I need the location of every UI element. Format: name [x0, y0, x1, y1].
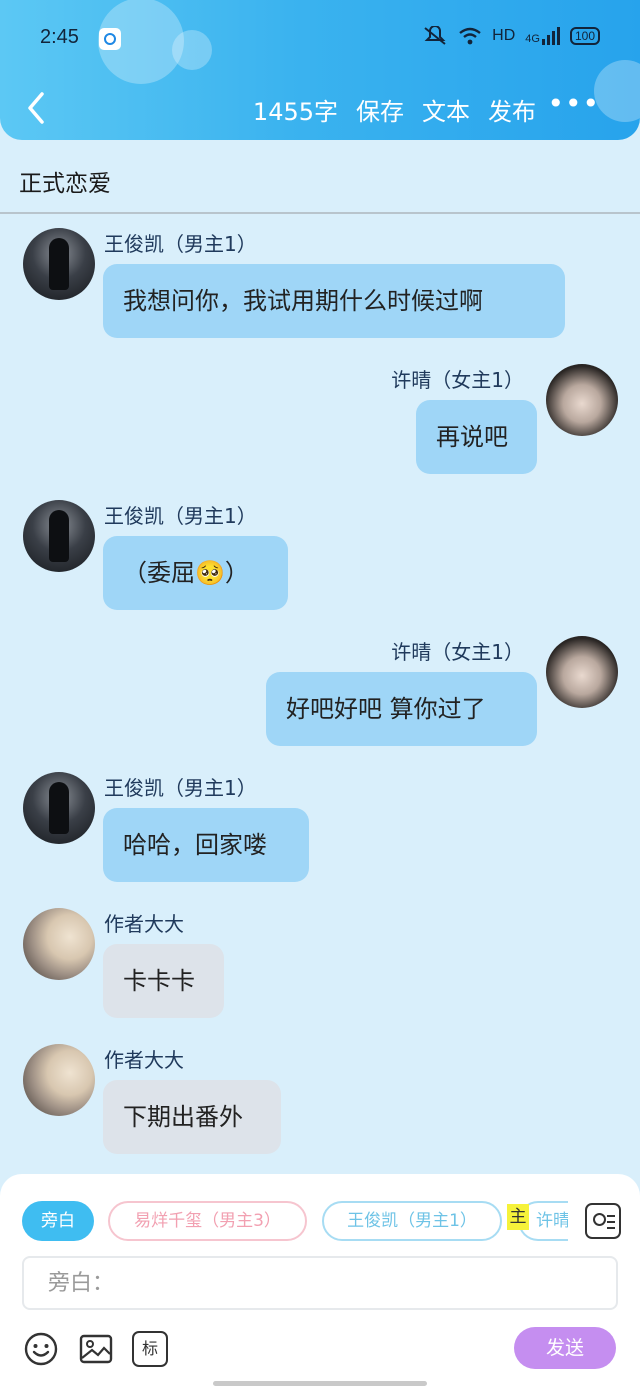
contact-card-icon[interactable] [585, 1203, 621, 1239]
avatar[interactable] [23, 908, 95, 980]
speaker-name: 王俊凯（男主1） [104, 504, 257, 528]
message-bubble[interactable]: 好吧好吧 算你过了 [266, 672, 537, 746]
wifi-icon [459, 27, 481, 45]
tag-icon[interactable]: 标 [132, 1331, 168, 1367]
avatar[interactable] [23, 1044, 95, 1116]
app-header: 2:45 HD 4G 100 1455字 保存 文本 发布 ••• [0, 0, 640, 140]
message-bubble[interactable]: 我想问你，我试用期什么时候过啊 [103, 264, 565, 338]
speaker-name: 王俊凯（男主1） [104, 232, 257, 256]
editor-toolbar: 1455字 保存 文本 发布 ••• [0, 80, 640, 136]
speaker-name: 作者大大 [104, 1048, 184, 1072]
battery-icon: 100 [569, 27, 600, 45]
avatar[interactable] [23, 228, 95, 300]
role-chip-wang-junkai[interactable]: 王俊凯（男主1） [322, 1201, 502, 1241]
toolbar-actions: 1455字 保存 文本 发布 [253, 92, 536, 127]
avatar[interactable] [23, 500, 95, 572]
more-options-button[interactable]: ••• [547, 90, 600, 118]
back-arrow-icon[interactable] [22, 88, 52, 128]
status-icons: HD 4G 100 [422, 26, 600, 46]
signal-type-label: 4G [525, 33, 540, 45]
role-chip-narration[interactable]: 旁白 [22, 1201, 94, 1241]
emoji-icon[interactable] [23, 1331, 59, 1367]
word-count: 1455字 [252, 98, 338, 126]
save-button[interactable]: 保存 [356, 92, 404, 127]
message-input-box[interactable] [22, 1256, 618, 1310]
speaker-name: 许晴（女主1） [391, 640, 524, 664]
app-notification-icon [99, 28, 121, 50]
avatar[interactable] [546, 364, 618, 436]
message-bubble[interactable]: （委屈🥺） [103, 536, 288, 610]
avatar[interactable] [23, 772, 95, 844]
message-bubble[interactable]: 哈哈，回家喽 [103, 808, 309, 882]
speaker-name: 作者大大 [104, 912, 184, 936]
chapter-title-bar[interactable]: 正式恋爱 [0, 140, 640, 214]
highlighted-text: 主 [507, 1204, 529, 1230]
avatar[interactable] [546, 636, 618, 708]
message-bubble[interactable]: 卡卡卡 [103, 944, 224, 1018]
status-bar: 2:45 HD 4G 100 [0, 0, 640, 78]
speaker-name: 王俊凯（男主1） [104, 776, 257, 800]
publish-button[interactable]: 发布 [488, 92, 536, 127]
text-mode-button[interactable]: 文本 [422, 92, 470, 127]
image-icon[interactable] [78, 1331, 114, 1367]
message-bubble[interactable]: 下期出番外 [103, 1080, 281, 1154]
message-bubble[interactable]: 再说吧 [416, 400, 537, 474]
message-list[interactable]: 王俊凯（男主1） 我想问你，我试用期什么时候过啊 许晴（女主1） 再说吧 王俊凯… [0, 216, 640, 1172]
home-indicator [213, 1381, 427, 1386]
role-chip-yiyang-qianxi[interactable]: 易烊千玺（男主3） [108, 1201, 307, 1241]
network-hd-label: HD [492, 27, 516, 44]
send-button[interactable]: 发送 [514, 1327, 616, 1369]
status-time: 2:45 [40, 26, 79, 48]
message-input[interactable] [48, 1268, 588, 1298]
speaker-name: 许晴（女主1） [391, 368, 524, 392]
chapter-title: 正式恋爱 [19, 171, 111, 197]
cellular-signal-icon: 4G [525, 27, 560, 45]
mute-bell-icon [424, 26, 446, 45]
